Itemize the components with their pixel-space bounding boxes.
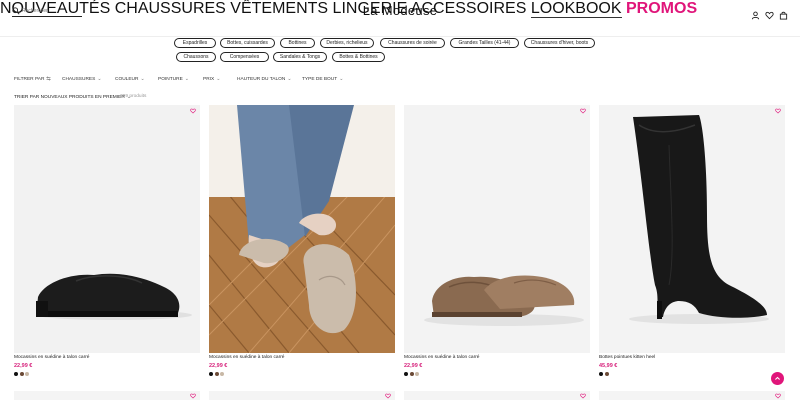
swatch[interactable] [209,372,213,376]
chevron-up-icon [775,376,780,380]
pill-bottines[interactable]: Bottines [280,38,315,48]
filter-couleur[interactable]: COULEUR ⌄ [115,76,145,82]
swatch[interactable] [14,372,18,376]
product-price: 22,99 € [209,363,228,369]
product-card[interactable]: Bottes pointues kitten heel 45,99 € [599,105,785,376]
swatch[interactable] [409,372,414,376]
pill-bottes-bottines[interactable]: Bottes & Bottines [332,52,385,62]
product-image[interactable] [404,105,590,353]
filter-prix[interactable]: PRIX ⌄ [203,76,220,82]
color-swatches [404,372,590,376]
pill-compensees[interactable]: Compensées [220,52,269,62]
chevron-down-icon: ⌄ [184,76,189,82]
pill-sandales-tongs[interactable]: Sandales & Tongs [273,52,327,62]
product-price: 22,99 € [404,363,423,369]
product-price: 45,99 € [599,363,618,369]
product-price: 22,99 € [14,363,33,369]
scroll-top-button[interactable] [771,372,784,385]
bag-icon[interactable] [779,7,788,20]
pill-chaussures-hiver[interactable]: Chaussures d'hiver, boots [524,38,595,48]
heart-icon[interactable] [580,393,586,399]
product-card-next-row[interactable] [14,391,200,400]
filter-by-label[interactable]: FILTRER PAR [14,76,51,83]
heart-icon[interactable] [190,393,196,399]
heart-icon[interactable] [765,7,774,20]
filter-hauteur-talon[interactable]: HAUTEUR DU TALON ⌄ [237,76,292,82]
swatch[interactable] [25,372,29,376]
chevron-down-icon: ⌄ [97,76,102,82]
product-image[interactable] [209,105,395,353]
header: La Modeuse [0,0,800,38]
color-swatches [599,372,785,376]
product-card[interactable]: Mocassins en suédine à talon carré 22,99… [209,105,395,376]
swatch[interactable] [214,372,219,376]
product-count: 399 produits [120,94,147,99]
heart-icon[interactable] [385,393,391,399]
pill-grandes-tailles[interactable]: Grandes Tailles (41-44) [450,38,519,48]
sliders-icon [46,76,51,83]
product-card-next-row[interactable] [209,391,395,400]
swatch[interactable] [19,372,24,376]
swatch[interactable] [599,372,603,376]
pill-espadrilles[interactable]: Espadrilles [174,38,216,48]
color-swatches [14,372,200,376]
product-card[interactable]: Mocassins en suédine à talon carré 22,99… [404,105,590,376]
heart-icon[interactable] [775,108,781,114]
swatch[interactable] [415,372,419,376]
chevron-down-icon: ⌄ [140,76,145,82]
product-name[interactable]: Mocassins en suédine à talon carré [14,355,200,361]
chevron-down-icon: ⌄ [287,76,292,82]
pill-derbies[interactable]: Derbies, richelieus [320,38,374,48]
product-card-next-row[interactable] [599,391,785,400]
product-name[interactable]: Mocassins en suédine à talon carré [209,355,395,361]
pill-chaussures-soiree[interactable]: Chaussures de soirée [380,38,445,48]
product-name[interactable]: Mocassins en suédine à talon carré [404,355,590,361]
product-image[interactable] [14,105,200,353]
product-name[interactable]: Bottes pointues kitten heel [599,355,785,361]
swatch[interactable] [220,372,224,376]
nav-divider [0,36,800,37]
heart-icon[interactable] [580,108,586,114]
heart-icon[interactable] [190,108,196,114]
filter-pointure[interactable]: POINTURE ⌄ [158,76,189,82]
filter-chaussures[interactable]: CHAUSSURES ⌄ [62,76,102,82]
filter-type-bout[interactable]: TYPE DE BOUT ⌄ [302,76,343,82]
user-icon[interactable] [751,7,760,20]
product-card[interactable]: Mocassins en suédine à talon carré 22,99… [14,105,200,376]
pill-chaussons[interactable]: Chaussons [176,52,216,62]
pill-bottes-cuissardes[interactable]: Bottes, cuissardes [220,38,275,48]
color-swatches [209,372,395,376]
product-card-next-row[interactable] [404,391,590,400]
heart-icon[interactable] [775,393,781,399]
chevron-down-icon: ⌄ [216,76,221,82]
swatch[interactable] [404,372,408,376]
brand-logo[interactable]: La Modeuse [0,3,800,18]
chevron-down-icon: ⌄ [339,76,344,82]
product-image[interactable] [599,105,785,353]
swatch[interactable] [604,372,609,376]
sort-dropdown[interactable]: TRIER PAR NOUVEAUX PRODUITS EN PREMIER ⌄ [14,94,131,100]
